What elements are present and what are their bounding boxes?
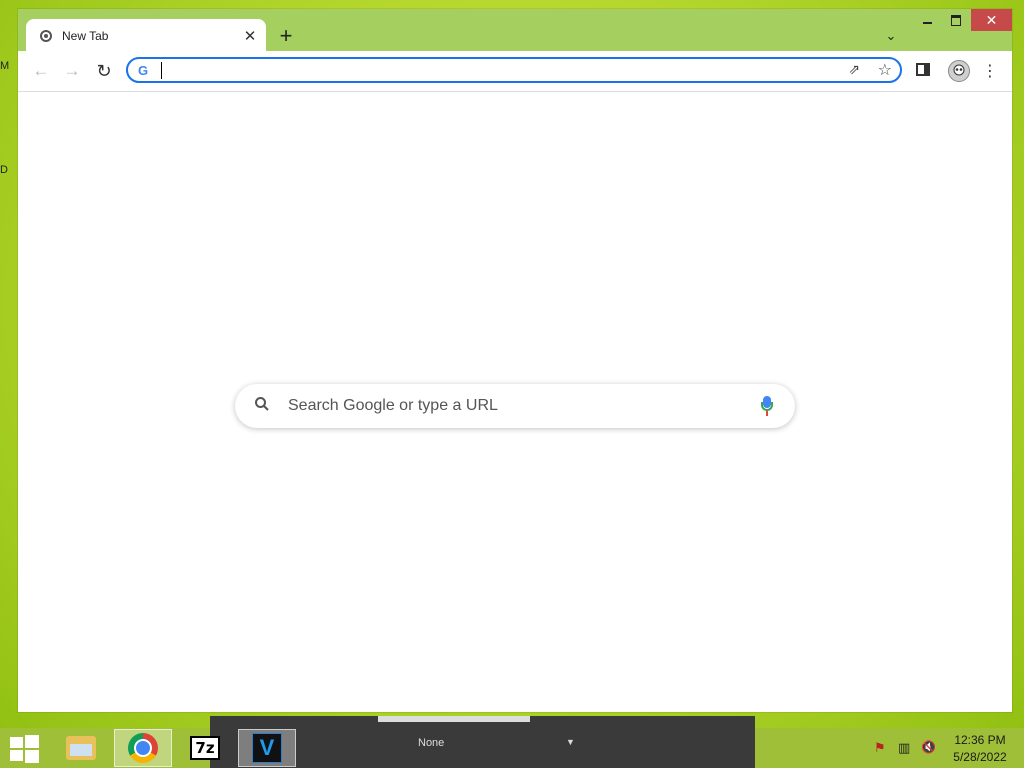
chevron-down-icon: ▼ bbox=[566, 737, 575, 747]
text-caret bbox=[161, 62, 162, 79]
tab-title: New Tab bbox=[62, 28, 109, 43]
chrome-icon bbox=[128, 733, 158, 763]
start-button[interactable] bbox=[8, 733, 40, 763]
ntp-search-box[interactable]: Search Google or type a URL bbox=[235, 384, 795, 428]
address-bar[interactable]: G ⇗ ☆ bbox=[126, 57, 902, 83]
bookmark-star-icon[interactable]: ☆ bbox=[878, 60, 892, 80]
tab-search-button[interactable]: ⌄ bbox=[880, 25, 902, 47]
7zip-icon: 7z bbox=[190, 736, 220, 760]
minimize-button[interactable] bbox=[911, 9, 943, 31]
microphone-icon[interactable] bbox=[761, 396, 773, 416]
back-button[interactable]: ← bbox=[29, 59, 53, 83]
close-button[interactable]: ✕ bbox=[971, 9, 1012, 31]
new-tab-page: Search Google or type a URL bbox=[18, 92, 1012, 712]
search-icon bbox=[254, 396, 278, 417]
share-icon[interactable]: ⇗ bbox=[848, 61, 860, 78]
clock-date: 5/28/2022 bbox=[953, 750, 1007, 764]
chrome-menu-button[interactable]: ⋮ bbox=[982, 61, 998, 81]
v-app-icon: V bbox=[252, 733, 282, 763]
maximize-button[interactable] bbox=[941, 9, 971, 31]
forward-button[interactable]: → bbox=[60, 59, 84, 83]
taskbar-file-explorer[interactable] bbox=[52, 729, 110, 767]
clock-time: 12:36 PM bbox=[954, 733, 1006, 747]
title-bar: New Tab ✕ + ⌄ ✕ bbox=[18, 9, 1012, 52]
search-placeholder: Search Google or type a URL bbox=[288, 397, 498, 414]
volume-muted-icon[interactable]: 🔇 bbox=[921, 740, 936, 754]
profile-icon bbox=[953, 64, 965, 76]
browser-window: New Tab ✕ + ⌄ ✕ ← → ↻ G ⇗ ☆ ⋮ Search Goo… bbox=[18, 9, 1012, 712]
browser-toolbar: ← → ↻ G ⇗ ☆ ⋮ bbox=[18, 51, 1012, 92]
google-g-icon: G bbox=[138, 63, 149, 78]
side-panel-button[interactable] bbox=[916, 63, 930, 76]
reload-button[interactable]: ↻ bbox=[92, 59, 116, 83]
folder-icon bbox=[66, 736, 96, 760]
desktop-edge-text: D bbox=[0, 164, 8, 176]
desktop-edge-text: M bbox=[0, 60, 10, 72]
background-window-bar bbox=[378, 716, 530, 722]
taskbar-v-app[interactable]: V bbox=[238, 729, 296, 767]
taskbar-7zip[interactable]: 7z bbox=[176, 729, 234, 767]
chrome-favicon-icon bbox=[40, 29, 52, 42]
network-icon[interactable]: ▥ bbox=[898, 740, 910, 756]
action-center-flag-icon[interactable]: ⚑ bbox=[874, 740, 886, 756]
clock[interactable]: 12:36 PM 5/28/2022 bbox=[944, 732, 1016, 766]
tab-close-icon[interactable]: ✕ bbox=[240, 26, 260, 46]
profile-avatar[interactable] bbox=[948, 60, 970, 82]
tab-new-tab[interactable]: New Tab ✕ bbox=[26, 19, 266, 52]
background-dropdown-value: None bbox=[418, 737, 445, 749]
new-tab-button[interactable]: + bbox=[274, 23, 298, 48]
taskbar-chrome[interactable] bbox=[114, 729, 172, 767]
